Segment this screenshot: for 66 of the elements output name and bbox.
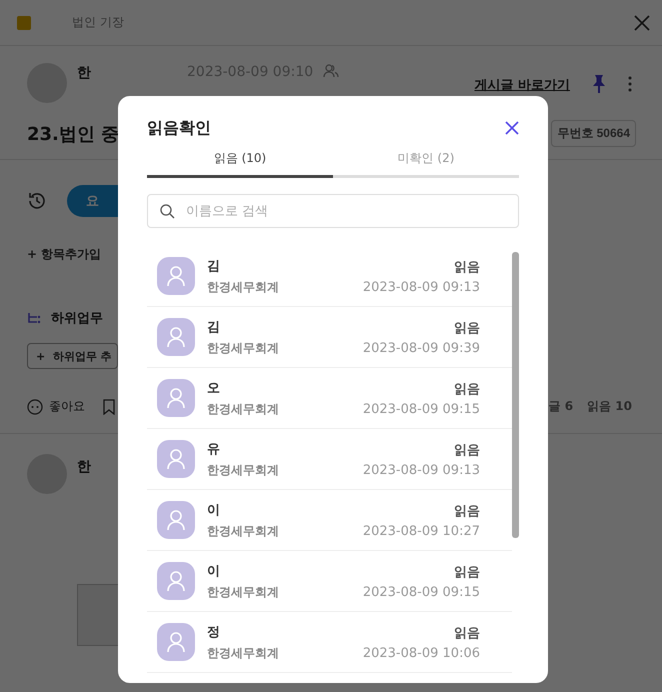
bookmark-icon[interactable] [103, 398, 115, 414]
read-status: 읽음 [454, 624, 480, 642]
author-name: 한 [77, 64, 91, 82]
reader-organization: 한경세무회계 [207, 644, 279, 662]
read-status: 읽음 [454, 258, 480, 276]
user-icon [157, 562, 195, 600]
task-number-badge: 무번호 50664 [551, 120, 636, 147]
user-icon [157, 318, 195, 356]
reader-organization: 한경세무회계 [207, 400, 279, 418]
smiley-icon[interactable] [27, 398, 43, 414]
read-status: 읽음 [454, 320, 480, 336]
more-icon[interactable] [628, 76, 632, 92]
reader-row[interactable]: 김 한경세무회계 읽음 2023-08-09 09:13 [147, 246, 512, 307]
reader-organization: 한경세무회계 [207, 584, 279, 600]
reader-row[interactable]: 유 한경세무회계 읽음 2023-08-09 09:13 [147, 429, 512, 490]
user-icon [157, 379, 195, 417]
comment-count: 글 6 [548, 398, 574, 415]
post-link[interactable]: 게시글 바로가기 [474, 76, 570, 94]
comment-author: 한 [77, 458, 91, 476]
search-icon [160, 204, 175, 219]
close-icon[interactable] [634, 14, 650, 30]
reader-row[interactable]: 이 한경세무회계 읽음 2023-08-09 10:27 [147, 490, 512, 551]
subtask-icon [27, 312, 41, 324]
reader-organization: 한경세무회계 [207, 278, 279, 296]
reader-row[interactable]: 오 한경세무회계 읽음 2023-08-09 09:15 [147, 368, 512, 429]
reader-name: 오 [207, 380, 221, 396]
read-time: 2023-08-09 09:15 [362, 584, 480, 600]
user-icon [157, 623, 195, 661]
read-status: 읽음 [454, 502, 480, 520]
subtask-title: 하위업무 [51, 310, 103, 327]
read-time: 2023-08-09 09:39 [362, 340, 480, 356]
reader-row[interactable]: 이 한경세무회계 읽음 2023-08-09 09:15 [147, 551, 512, 612]
reader-name: 김 [207, 258, 221, 274]
read-status: 읽음 [454, 442, 480, 458]
tab[interactable]: 읽음 (10) [147, 150, 333, 178]
reader-row[interactable]: 김 한경세무회계 읽음 2023-08-09 09:39 [147, 307, 512, 368]
search-field[interactable]: 이름으로 검색 [147, 194, 519, 228]
window-title: 법인 기장 [72, 14, 124, 31]
read-time: 2023-08-09 10:27 [362, 524, 480, 538]
close-icon[interactable] [505, 121, 519, 135]
read-status: 읽음 [454, 380, 480, 398]
reader-organization: 한경세무회계 [207, 340, 279, 356]
reader-name: 이 [207, 502, 221, 518]
like-label[interactable]: 좋아요 [49, 398, 85, 415]
reader-organization: 한경세무회계 [207, 462, 279, 478]
reader-name: 이 [207, 562, 221, 580]
read-time: 2023-08-09 10:06 [362, 646, 480, 660]
history-icon[interactable] [27, 191, 47, 211]
reader-organization: 한경세무회계 [207, 522, 279, 540]
read-time: 2023-08-09 09:15 [362, 402, 480, 416]
pin-icon[interactable] [592, 74, 606, 94]
post-heading: 23.법인 중 [27, 122, 120, 146]
user-icon [157, 501, 195, 539]
read-status: 읽음 [454, 564, 480, 580]
reader-row[interactable]: 정 한경세무회계 읽음 2023-08-09 10:06 [147, 612, 512, 673]
read-time: 2023-08-09 09:13 [362, 462, 480, 478]
people-icon [323, 64, 340, 78]
logo-icon [17, 16, 31, 30]
read-time: 2023-08-09 09:13 [362, 280, 480, 294]
dialog-title: 읽음확인 [147, 118, 211, 138]
user-icon [157, 257, 195, 295]
scrollbar-thumb[interactable] [512, 252, 519, 538]
user-icon [157, 440, 195, 478]
reader-name: 정 [207, 624, 221, 640]
reader-name: 유 [207, 440, 221, 458]
reader-name: 김 [207, 318, 221, 336]
